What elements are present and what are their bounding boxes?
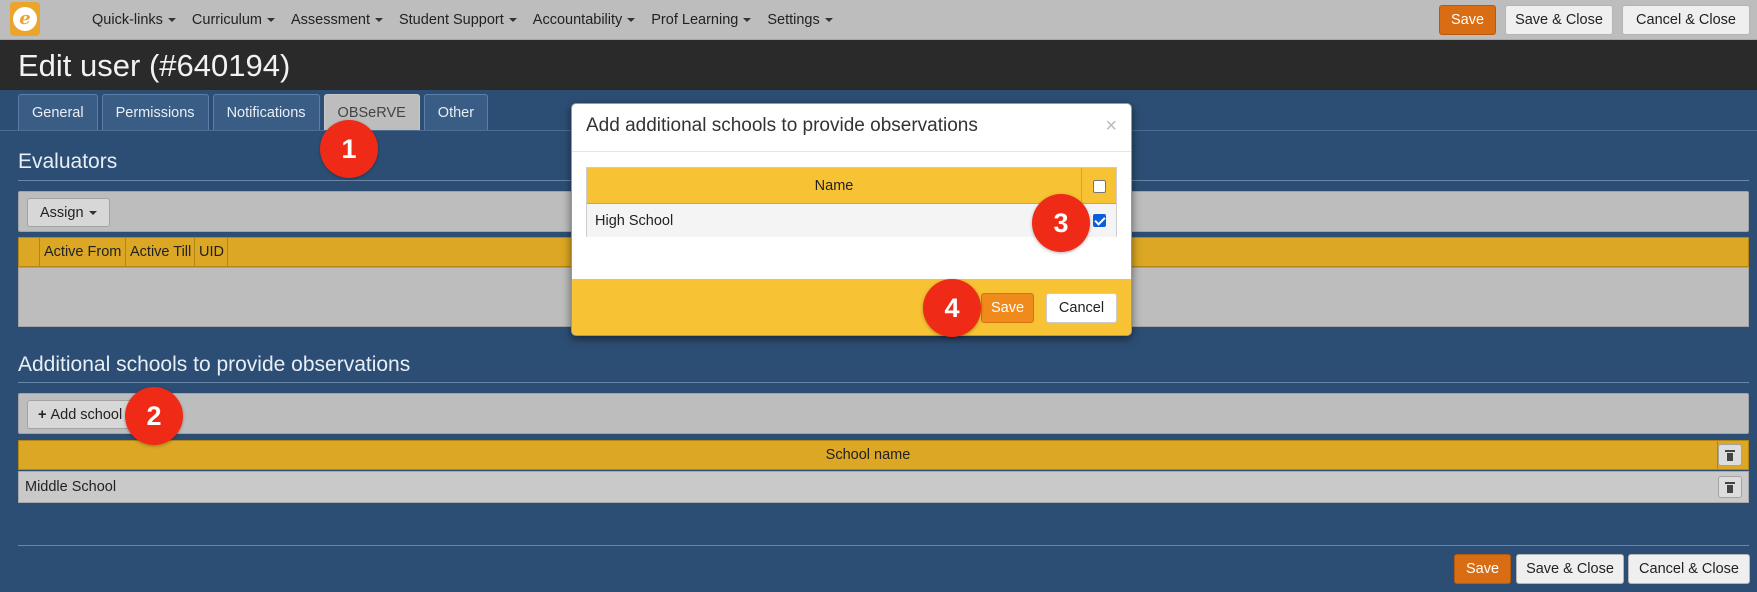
top-save-close-button[interactable]: Save & Close <box>1505 5 1613 35</box>
caret-down-icon <box>167 18 176 23</box>
grid-header-spacer <box>19 238 40 266</box>
row-checkbox[interactable] <box>1093 214 1106 227</box>
assign-label: Assign <box>40 204 84 221</box>
nav-prof-learning[interactable]: Prof Learning <box>651 12 752 28</box>
tab-other[interactable]: Other <box>423 94 489 130</box>
bottom-cancel-close-button[interactable]: Cancel & Close <box>1628 554 1750 584</box>
nav-assessment[interactable]: Assessment <box>291 12 383 28</box>
column-name[interactable]: Name <box>587 168 1082 204</box>
evaluators-heading: Evaluators <box>18 150 118 173</box>
column-active-till[interactable]: Active Till <box>126 238 195 266</box>
bottom-save-close-button[interactable]: Save & Close <box>1516 554 1624 584</box>
page-title: Edit user (#640194) <box>18 48 291 83</box>
bottom-save-button[interactable]: Save <box>1454 554 1511 584</box>
tab-notifications[interactable]: Notifications <box>212 94 320 130</box>
step-marker-2: 2 <box>125 387 183 445</box>
lightbulb-logo-icon: e <box>13 7 37 31</box>
additional-schools-toolbar: + Add school <box>18 393 1749 434</box>
top-navbar: e Quick-links Curriculum Assessment Stud… <box>0 0 1757 40</box>
select-all-checkbox[interactable] <box>1093 180 1106 193</box>
trash-icon <box>1725 481 1735 493</box>
close-icon[interactable]: × <box>1105 116 1117 136</box>
row-delete-button[interactable] <box>1718 476 1742 498</box>
modal-cancel-button[interactable]: Cancel <box>1046 293 1117 323</box>
header-delete-button[interactable] <box>1718 444 1742 466</box>
plus-icon: + <box>38 406 47 423</box>
step-marker-1: 1 <box>320 120 378 178</box>
caret-down-icon <box>267 18 275 23</box>
main-nav: Quick-links Curriculum Assessment Studen… <box>92 0 833 40</box>
add-school-label: Add school <box>50 406 123 423</box>
bottom-divider <box>18 545 1749 546</box>
assign-button[interactable]: Assign <box>27 198 110 227</box>
trash-icon <box>1725 449 1735 461</box>
nav-student-support[interactable]: Student Support <box>399 12 517 28</box>
step-marker-3: 3 <box>1032 194 1090 252</box>
modal-save-button[interactable]: Save <box>981 293 1034 323</box>
caret-down-icon <box>88 210 97 215</box>
table-row[interactable]: Middle School <box>18 471 1749 503</box>
user-tabs: General Permissions Notifications OBSeRV… <box>18 94 489 130</box>
caret-down-icon <box>508 18 517 23</box>
column-school-name[interactable]: School name <box>19 441 1718 469</box>
column-active-from[interactable]: Active From <box>40 238 126 266</box>
schools-grid-header: School name <box>18 440 1749 470</box>
caret-down-icon <box>627 18 636 23</box>
column-uid[interactable]: UID <box>195 238 228 266</box>
modal-table-header: Name <box>587 168 1116 204</box>
caret-down-icon <box>824 18 833 23</box>
add-school-button[interactable]: + Add school <box>27 400 134 429</box>
caret-down-icon <box>374 18 383 23</box>
additional-schools-heading: Additional schools to provide observatio… <box>18 353 411 376</box>
nav-curriculum[interactable]: Curriculum <box>192 12 275 28</box>
nav-quick-links[interactable]: Quick-links <box>92 12 176 28</box>
modal-header-divider <box>572 151 1131 152</box>
additional-schools-divider <box>18 382 1749 383</box>
nav-settings[interactable]: Settings <box>767 12 833 28</box>
modal-footer: Save Cancel <box>572 279 1131 335</box>
step-marker-4: 4 <box>923 279 981 337</box>
school-name-cell: Middle School <box>25 479 117 495</box>
top-save-button[interactable]: Save <box>1439 5 1496 35</box>
nav-accountability[interactable]: Accountability <box>533 12 636 28</box>
top-cancel-close-button[interactable]: Cancel & Close <box>1622 5 1750 35</box>
tab-general[interactable]: General <box>18 94 98 130</box>
modal-title: Add additional schools to provide observ… <box>586 115 978 136</box>
caret-down-icon <box>743 18 752 23</box>
app-logo[interactable]: e <box>10 2 40 36</box>
tab-permissions[interactable]: Permissions <box>101 94 209 130</box>
school-name-cell: High School <box>595 212 674 229</box>
